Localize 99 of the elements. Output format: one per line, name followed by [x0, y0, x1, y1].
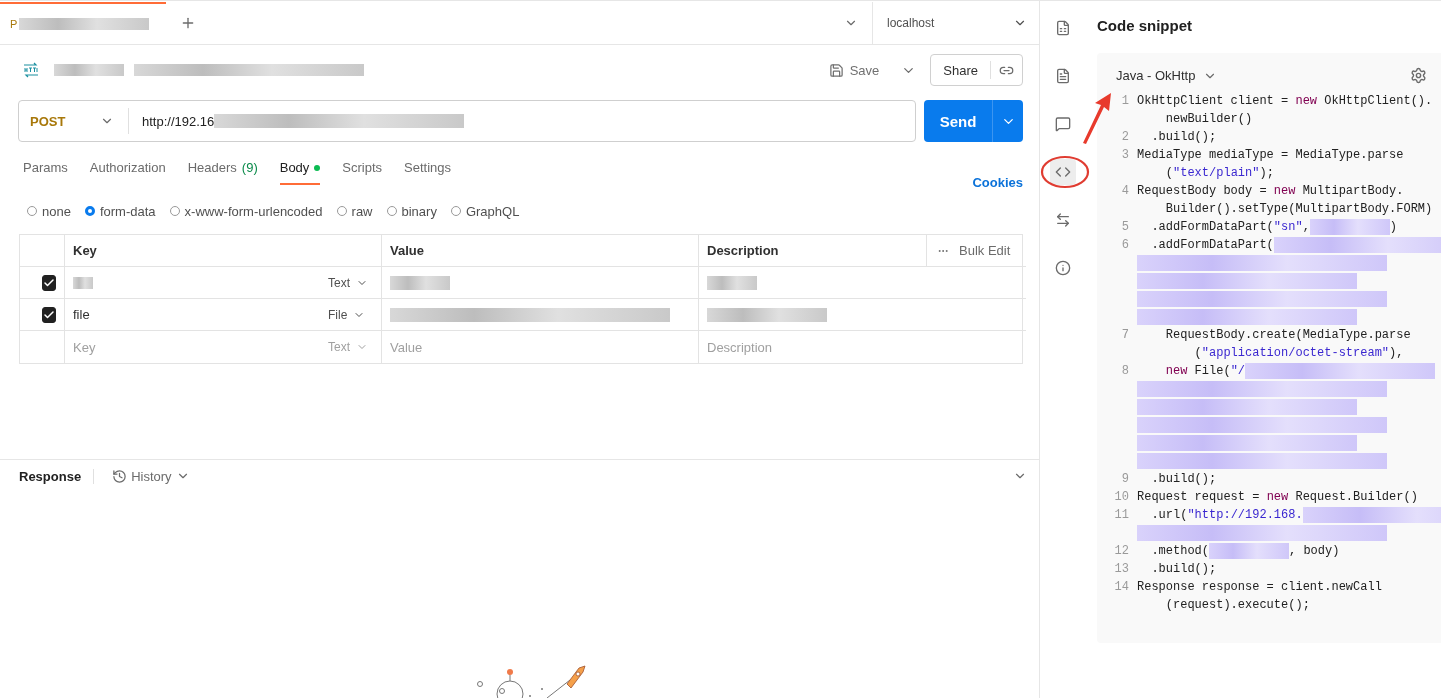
code-text: File(	[1193, 363, 1231, 380]
body-type-radio[interactable]: form-data	[84, 203, 156, 219]
line-number: 4	[1120, 183, 1130, 200]
redacted-text	[73, 276, 93, 289]
code-text: RequestBody.create(MediaType.parse	[1164, 327, 1411, 344]
method-select[interactable]: POST	[19, 108, 129, 134]
line-number: 13	[1113, 561, 1130, 578]
code-text: "http://192.168.	[1187, 507, 1303, 524]
code-text: new	[1266, 489, 1289, 506]
code-text: (	[1193, 345, 1202, 362]
language-select[interactable]: Java - OkHttp	[1116, 68, 1218, 83]
line-number: 8	[1120, 363, 1130, 380]
arrows-icon	[1054, 212, 1071, 228]
redacted-text	[390, 275, 450, 290]
code-text: .build();	[1150, 471, 1217, 488]
code-text: );	[1259, 165, 1274, 182]
history-icon	[112, 468, 128, 484]
response-title: Response	[19, 468, 95, 484]
environment-select[interactable]: localhost	[872, 1, 1039, 44]
cookies-link[interactable]: Cookies	[972, 175, 1023, 190]
code-text: "sn"	[1273, 219, 1303, 236]
history-button[interactable]: History	[106, 467, 196, 485]
save-icon	[828, 62, 844, 78]
line-number: 14	[1113, 579, 1130, 596]
save-button[interactable]: Save	[820, 58, 888, 82]
body-type-radio[interactable]: none	[27, 203, 71, 219]
code-text: "text/plain"	[1173, 165, 1260, 182]
line-number: 9	[1120, 471, 1130, 488]
column-header: Value	[382, 235, 699, 267]
url-field[interactable]: http://192.16	[129, 113, 915, 129]
code-text: ),	[1389, 345, 1404, 362]
comment-icon	[1054, 116, 1071, 132]
code-text: .build();	[1150, 129, 1217, 146]
code-text: .build();	[1150, 561, 1217, 578]
info-icon	[1054, 260, 1071, 276]
checkbox[interactable]	[42, 274, 56, 291]
request-tab[interactable]: Headers (9)	[187, 160, 258, 185]
code-text: Response response = client.newCall	[1137, 579, 1382, 596]
code-text: MultipartBody.	[1301, 183, 1404, 200]
body-type-radio[interactable]: x-www-form-urlencoded	[169, 203, 323, 219]
line-number: 12	[1113, 543, 1130, 560]
redacted-text	[707, 275, 757, 290]
code-text: (	[1164, 165, 1173, 182]
request-tab[interactable]: Scripts	[342, 160, 383, 185]
code-text: new	[1164, 363, 1188, 380]
request-tab[interactable]: Params	[23, 160, 68, 185]
http-icon	[22, 62, 40, 78]
body-type-radio[interactable]: raw	[336, 203, 373, 219]
code-text: )	[1389, 219, 1398, 236]
code-text: new	[1273, 183, 1296, 200]
checkbox[interactable]	[42, 306, 56, 323]
code-text: OkHttpClient().	[1323, 93, 1433, 110]
type-select[interactable]: Text	[328, 275, 368, 290]
code-text: .method(	[1150, 543, 1209, 560]
line-number: 10	[1113, 489, 1130, 506]
document-icon	[1054, 68, 1071, 84]
line-number: 2	[1120, 129, 1130, 146]
code-text: (request).execute();	[1164, 597, 1310, 614]
annotation-circle	[1040, 155, 1090, 189]
variables-icon	[1054, 20, 1071, 36]
line-number: 3	[1120, 147, 1130, 164]
bulk-edit-link[interactable]: Bulk Edit	[959, 243, 1011, 258]
header-count: (9)	[241, 160, 258, 175]
code-text: .addFormDataPart(	[1150, 219, 1274, 236]
line-number: 5	[1120, 219, 1130, 236]
code-text: .addFormDataPart(	[1150, 237, 1274, 254]
table-cell: file	[73, 307, 90, 322]
body-type-radio[interactable]: GraphQL	[450, 203, 520, 219]
type-select[interactable]: File	[328, 307, 366, 322]
line-number: 1	[1120, 93, 1130, 110]
code-icon	[1054, 164, 1071, 180]
request-tab[interactable]: P	[0, 1, 166, 44]
code-text: , body)	[1289, 543, 1340, 560]
code-text: Builder().setType(MultipartBody.FORM)	[1164, 201, 1433, 218]
code-text: RequestBody body =	[1137, 183, 1268, 200]
code-text: ,	[1302, 219, 1310, 236]
code-text: newBuilder()	[1164, 111, 1253, 128]
code-text: Request.Builder()	[1294, 489, 1418, 506]
code-text: .url(	[1150, 507, 1188, 524]
code-text: new	[1295, 93, 1318, 110]
settings-icon[interactable]	[1410, 67, 1427, 84]
body-type-radio[interactable]: binary	[386, 203, 437, 219]
redacted-text	[54, 64, 124, 76]
code-text: OkHttpClient client =	[1137, 93, 1290, 110]
sidebar-button[interactable]	[1049, 159, 1076, 185]
panel-title: Code snippet	[1097, 17, 1193, 36]
code-text: MediaType mediaType = MediaType.parse	[1137, 147, 1404, 164]
annotation-arrow	[1081, 91, 1113, 145]
line-number: 6	[1120, 237, 1130, 254]
request-tab[interactable]: Body	[279, 160, 321, 185]
line-number: 11	[1113, 507, 1130, 524]
line-number: 7	[1120, 327, 1130, 344]
request-tab[interactable]: Authorization	[89, 160, 166, 185]
code-text: "/	[1230, 363, 1246, 380]
code-text: "application/octet-stream"	[1201, 345, 1390, 362]
request-tab[interactable]: Settings	[404, 160, 452, 185]
column-header: Key	[65, 235, 382, 267]
column-header: Description	[699, 235, 927, 267]
code-text: Request request =	[1137, 489, 1261, 506]
